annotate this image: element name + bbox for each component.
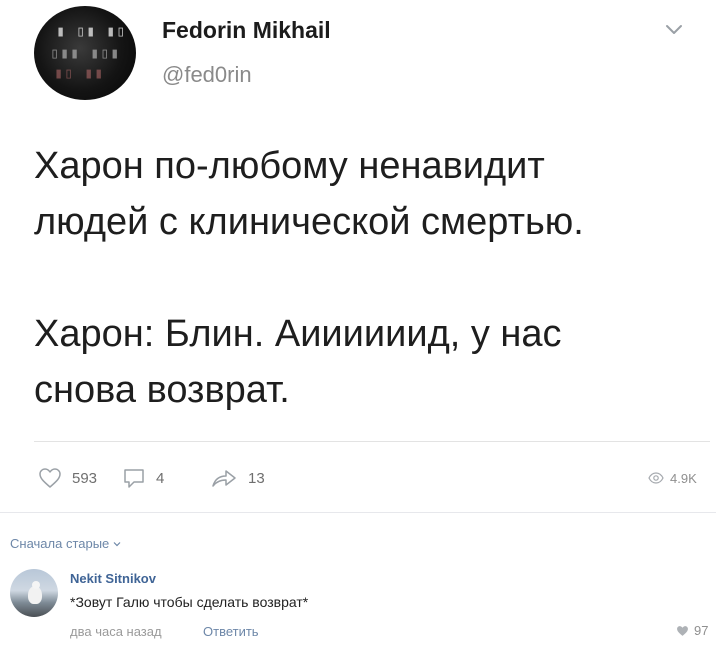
comment-text: *Зовут Галю чтобы сделать возврат* <box>70 594 309 610</box>
share-button[interactable]: 13 <box>210 466 265 490</box>
share-count: 13 <box>248 469 265 487</box>
comment-button[interactable]: 4 <box>122 466 164 490</box>
like-button[interactable]: 593 <box>38 466 97 490</box>
heart-icon <box>39 468 61 488</box>
comment-like-button[interactable]: 97 <box>676 623 708 638</box>
eye-icon <box>648 472 664 484</box>
section-separator <box>0 512 716 513</box>
author-name[interactable]: Fedorin Mikhail <box>162 17 331 44</box>
avatar-pattern: ▯▮▮ ▮▯▮ <box>50 44 121 62</box>
comment-count: 4 <box>156 469 165 487</box>
comment-sort-dropdown[interactable]: Сначала старые <box>10 536 121 551</box>
avatar-bird-head <box>32 581 40 589</box>
chevron-down-icon[interactable] <box>664 22 684 38</box>
like-count: 593 <box>72 469 98 487</box>
comment-timestamp[interactable]: два часа назад <box>70 624 162 639</box>
reply-button[interactable]: Ответить <box>203 624 259 639</box>
avatar-pattern: ▮ ▯▮ ▮▯ <box>56 22 127 40</box>
heart-icon <box>677 625 688 636</box>
share-icon <box>212 470 236 487</box>
author-handle[interactable]: @fed0rin <box>162 62 252 88</box>
comment-like-count: 97 <box>694 623 709 638</box>
avatar-pattern: ▮▯ ▮▮ <box>54 64 105 82</box>
author-avatar[interactable]: ▮ ▯▮ ▮▯ ▯▮▮ ▮▯▮ ▮▯ ▮▮ <box>34 6 136 100</box>
commenter-avatar[interactable] <box>10 569 58 617</box>
sort-label: Сначала старые <box>10 536 110 551</box>
comment-author[interactable]: Nekit Sitnikov <box>70 571 156 586</box>
comment-icon <box>124 469 144 488</box>
views-count: 4.9K <box>670 470 697 486</box>
chevron-down-icon <box>113 541 121 546</box>
tweet-text: Харон по-любому ненавидит людей с клинич… <box>34 145 584 411</box>
post-card: ▮ ▯▮ ▮▯ ▯▮▮ ▮▯▮ ▮▯ ▮▮ Fedorin Mikhail @f… <box>0 0 716 512</box>
views-counter: 4.9K <box>648 466 697 490</box>
divider <box>34 441 710 442</box>
